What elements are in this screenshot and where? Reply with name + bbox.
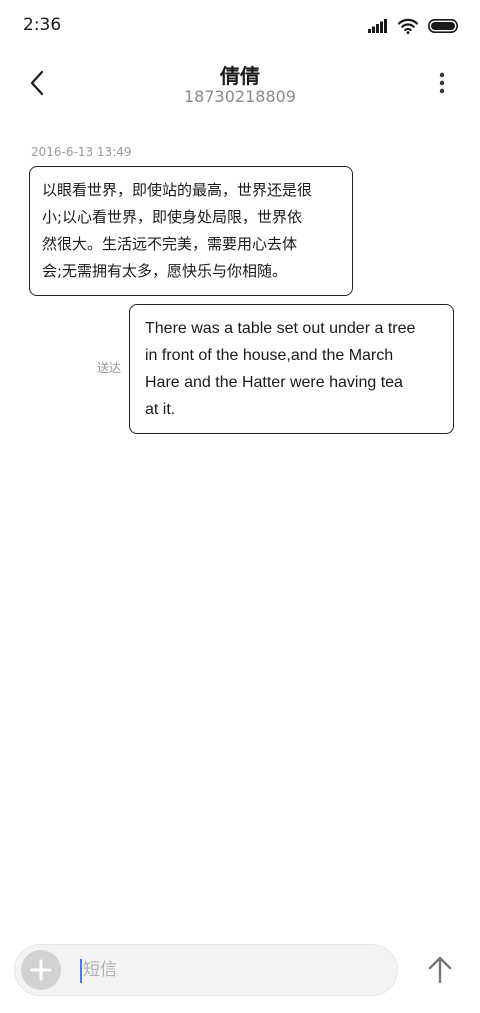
add-attachment-button[interactable] (21, 950, 61, 990)
status-bar: 2:36 (0, 0, 480, 52)
send-button[interactable] (424, 952, 456, 988)
message-line: 以眼看世界，即使站的最高，世界还是很 (42, 181, 313, 199)
message-line: There was a table set out under a tree (145, 320, 416, 337)
message-line: Hare and the Hatter were having tea (145, 374, 403, 391)
plus-icon (30, 959, 52, 981)
message-composer (14, 944, 398, 996)
contact-name: 倩倩 (220, 64, 260, 88)
outgoing-message-bubble[interactable]: There was a table set out under a tree i… (129, 304, 454, 434)
status-time: 2:36 (23, 15, 62, 35)
conversation-header: 倩倩 18730218809 (0, 52, 480, 122)
message-line: 小;以心看世界，即使身处局限，世界依 (42, 208, 303, 226)
message-timestamp: 2016-6-13 13:49 (31, 145, 132, 159)
contact-number: 18730218809 (184, 87, 296, 106)
battery-icon (428, 19, 458, 33)
text-caret (80, 959, 82, 983)
message-line: in front of the house,and the March (145, 347, 394, 364)
incoming-message-bubble[interactable]: 以眼看世界，即使站的最高，世界还是很 小;以心看世界，即使身处局限，世界依 然很… (29, 166, 353, 296)
status-icons (368, 15, 458, 37)
sms-conversation-screen: 2:36 倩倩 18730218809 2016-6-13 13:49 以眼看世… (0, 0, 480, 1013)
arrow-up-icon (428, 956, 452, 984)
delivery-status: 送达 (97, 361, 122, 375)
signal-icon (368, 19, 387, 33)
message-line: at it. (145, 401, 176, 418)
message-input[interactable] (79, 955, 383, 985)
more-vertical-icon (439, 72, 445, 94)
message-line: 然很大。生活远不完美，需要用心去体 (42, 235, 298, 253)
more-options-button[interactable] (430, 68, 454, 98)
message-line: 会;无需拥有太多，愿快乐与你相随。 (42, 262, 288, 280)
wifi-icon (398, 18, 418, 34)
